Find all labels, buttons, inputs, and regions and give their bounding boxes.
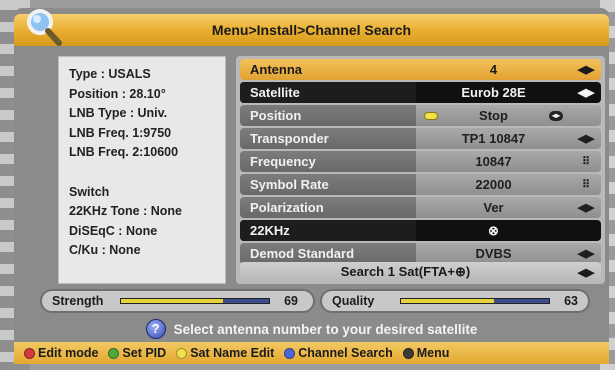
- left-right-arrows-icon: ◀▶: [577, 202, 595, 214]
- footer-item-yellow[interactable]: Sat Name Edit: [176, 346, 274, 360]
- symbol-rate-value: 22000: [475, 177, 512, 192]
- quality-bar-fill: [401, 299, 495, 303]
- left-right-arrows-icon: ◀▶: [577, 133, 595, 145]
- menu-row-frequency[interactable]: Frequency 10847 ⠿: [240, 151, 601, 172]
- menu-row-satellite[interactable]: Satellite Eurob 28E ◀▶: [240, 82, 601, 103]
- strength-value: 69: [284, 294, 298, 308]
- keypad-icon: ⠿: [581, 179, 591, 191]
- polarization-value: Ver: [483, 200, 504, 215]
- footer-red-label: Edit mode: [38, 346, 99, 360]
- info-switch-title: Switch: [69, 184, 110, 199]
- info-c-ku: C/Ku : None: [69, 243, 141, 257]
- satellite-value: Eurob 28E: [461, 85, 526, 100]
- info-lnb-freq2: LNB Freq. 2:10600: [69, 145, 179, 159]
- footer-yellow-label: Sat Name Edit: [190, 346, 275, 360]
- antenna-value: 4: [489, 62, 498, 77]
- position-label: Position: [240, 105, 416, 126]
- 22khz-label: 22KHz: [240, 220, 416, 241]
- satellite-label: Satellite: [240, 82, 416, 103]
- menu-row-search[interactable]: Search 1 Sat(FTA+⊕) ◀▶: [240, 262, 601, 282]
- left-right-arrows-icon: ◀▶: [577, 64, 595, 76]
- transponder-value: TP1 10847: [461, 131, 526, 146]
- left-right-arrows-icon: ◀▶: [577, 248, 595, 260]
- left-right-arrows-icon: ◀▶: [577, 87, 595, 99]
- menu-row-position[interactable]: Position Stop ◂▸: [240, 105, 601, 126]
- footer-item-blue[interactable]: Channel Search: [284, 346, 393, 360]
- footer-menu-label: Menu: [416, 346, 450, 360]
- transponder-label: Transponder: [240, 128, 416, 149]
- keypad-icon: ⠿: [581, 156, 591, 168]
- page-title: Menu>Install>Channel Search: [211, 22, 412, 38]
- footer-item-menu[interactable]: Menu: [402, 346, 450, 360]
- footer-green-label: Set PID: [122, 346, 167, 360]
- info-diseqc: DiSEqC : None: [69, 223, 158, 238]
- search-label: Search 1 Sat(FTA+⊕): [340, 264, 471, 279]
- symbol-rate-label: Symbol Rate: [240, 174, 416, 195]
- menu-key-icon: [402, 347, 414, 359]
- menu-row-transponder[interactable]: Transponder TP1 10847 ◀▶: [240, 128, 601, 149]
- strength-bar-fill: [121, 299, 224, 303]
- menu-row-demod-standard[interactable]: Demod Standard DVBS ◀▶: [240, 243, 601, 264]
- frequency-value: 10847: [475, 154, 512, 169]
- polarization-label: Polarization: [240, 197, 416, 218]
- help-icon: ?: [145, 319, 166, 339]
- channel-search-menu: Antenna 4 ◀▶ Satellite Eurob 28E ◀▶ Posi…: [236, 56, 605, 284]
- lnb-info-panel: Type : USALS Position : 28.10° LNB Type …: [58, 56, 226, 284]
- demod-standard-value: DVBS: [475, 246, 512, 261]
- search-icon: [27, 9, 62, 46]
- position-value-group: Stop ◂▸: [416, 108, 571, 123]
- header-bar: Menu>Install>Channel Search: [14, 14, 609, 46]
- position-value: Stop: [479, 108, 508, 123]
- footer-item-red[interactable]: Edit mode: [24, 346, 98, 360]
- info-position: Position : 28.10°: [69, 86, 166, 101]
- footer-item-green[interactable]: Set PID: [108, 346, 166, 360]
- info-lnb-freq1: LNB Freq. 1:9750: [69, 125, 172, 140]
- footer-blue-label: Channel Search: [298, 346, 393, 360]
- frequency-label: Frequency: [240, 151, 416, 172]
- strength-bar: [120, 298, 270, 304]
- help-text: Select antenna number to your desired sa…: [173, 321, 478, 337]
- menu-row-symbol-rate[interactable]: Symbol Rate 22000 ⠿: [240, 174, 601, 195]
- quality-value: 63: [564, 294, 578, 308]
- yellow-button-icon: [424, 111, 438, 120]
- help-line: ? Select antenna number to your desired …: [14, 316, 609, 342]
- blue-key-icon: [284, 347, 296, 359]
- left-right-arrows-icon: ◀▶: [577, 266, 595, 279]
- quality-meter: Quality 63: [320, 289, 590, 313]
- rocker-icon: ◂▸: [548, 110, 563, 121]
- menu-row-antenna[interactable]: Antenna 4 ◀▶: [240, 59, 601, 80]
- info-type: Type : USALS: [69, 67, 151, 81]
- quality-label: Quality: [332, 294, 375, 308]
- menu-row-polarization[interactable]: Polarization Ver ◀▶: [240, 197, 601, 218]
- footer-key-legend: Edit mode Set PID Sat Name Edit Channel …: [14, 342, 609, 364]
- demod-standard-label: Demod Standard: [240, 243, 416, 264]
- red-key-icon: [24, 347, 35, 359]
- yellow-key-icon: [176, 347, 188, 359]
- quality-bar: [400, 298, 550, 304]
- info-22khz-tone: 22KHz Tone : None: [69, 204, 182, 218]
- green-key-icon: [108, 347, 120, 359]
- 22khz-disabled-icon: ⊗: [488, 222, 499, 238]
- info-lnb-type: LNB Type : Univ.: [69, 106, 168, 120]
- menu-row-22khz[interactable]: 22KHz ⊗: [240, 220, 601, 241]
- strength-label: Strength: [52, 294, 104, 308]
- strength-meter: Strength 69: [40, 289, 315, 313]
- antenna-label: Antenna: [250, 62, 302, 77]
